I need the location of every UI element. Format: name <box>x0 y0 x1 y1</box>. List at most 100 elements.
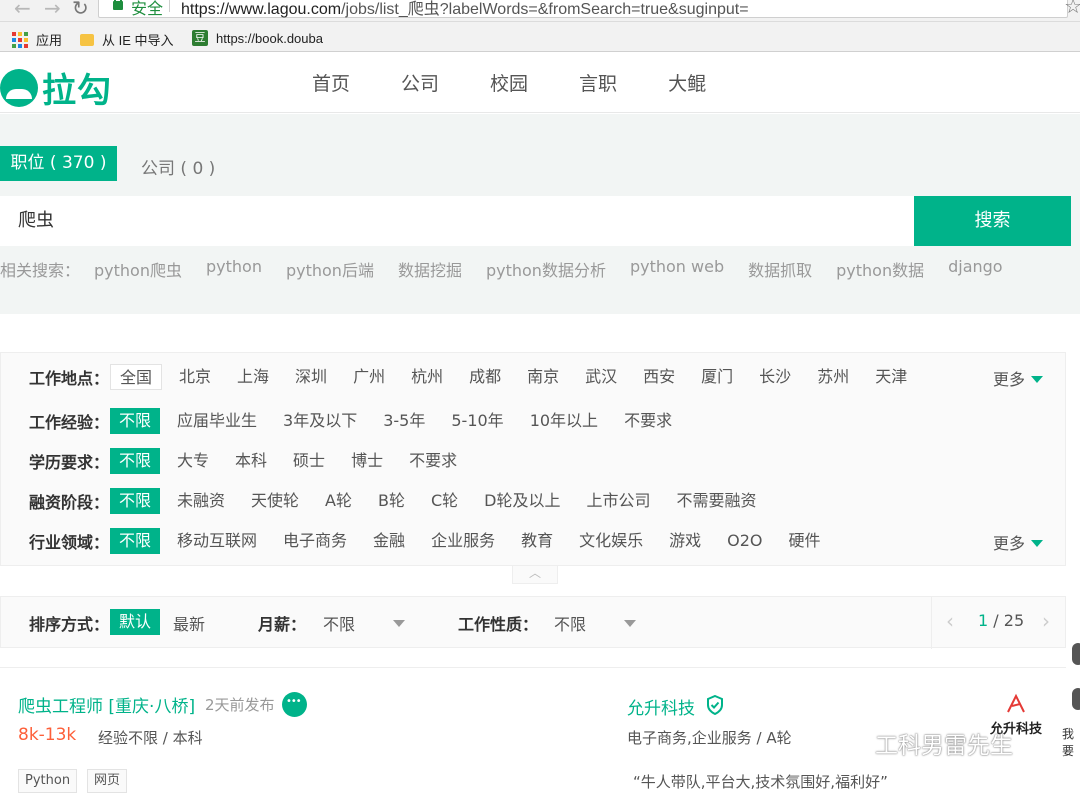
related-link[interactable]: 数据挖掘 <box>398 257 462 281</box>
filter-option[interactable]: 长沙 <box>750 364 800 390</box>
filter-option[interactable]: 3-5年 <box>374 408 434 434</box>
filter-option[interactable]: 博士 <box>342 448 392 474</box>
filter-option[interactable]: 不需要融资 <box>668 488 766 514</box>
filter-option[interactable]: 教育 <box>512 528 562 554</box>
related-link[interactable]: django <box>948 257 1003 281</box>
filter-option[interactable]: D轮及以上 <box>475 488 569 514</box>
sort-newest-button[interactable]: 最新 <box>173 611 205 635</box>
nav-dakun[interactable]: 大鲲 <box>668 69 706 96</box>
main-nav: 首页 公司 校园 言职 大鲲 <box>312 69 706 96</box>
filter-option[interactable]: 硕士 <box>284 448 334 474</box>
forward-arrow-icon[interactable]: → <box>44 0 61 20</box>
filter-option[interactable]: 不要求 <box>400 448 466 474</box>
next-page-icon[interactable]: › <box>1042 609 1050 633</box>
filter-option-selected[interactable]: 不限 <box>110 488 161 514</box>
sort-default-button[interactable]: 默认 <box>110 609 160 635</box>
filter-option[interactable]: 成都 <box>460 364 510 390</box>
job-title-link[interactable]: 爬虫工程师 [重庆·八桥] <box>18 692 195 717</box>
filter-option-selected[interactable]: 不限 <box>110 528 161 554</box>
url-field[interactable]: 安全 https://www.lagou.com/jobs/list_爬虫?la… <box>98 0 1068 18</box>
url-text[interactable]: https://www.lagou.com/jobs/list_爬虫?label… <box>181 0 749 19</box>
bookmark-apps[interactable]: 应用 <box>12 30 62 49</box>
search-input[interactable]: 爬虫 <box>0 196 914 246</box>
filter-option[interactable]: 本科 <box>226 448 276 474</box>
related-link[interactable]: python web <box>630 257 724 281</box>
tab-companies[interactable]: 公司 ( 0 ) <box>141 154 215 179</box>
collapse-filters-button[interactable]: ︿ <box>512 566 558 584</box>
related-link[interactable]: python爬虫 <box>94 257 182 281</box>
side-widget-text[interactable]: 我要 <box>1062 725 1080 759</box>
filter-option[interactable]: 文化娱乐 <box>570 528 652 554</box>
back-arrow-icon[interactable]: ← <box>14 0 31 20</box>
filter-option[interactable]: 上海 <box>228 364 278 390</box>
filter-option[interactable]: 大专 <box>168 448 218 474</box>
filter-option[interactable]: 天使轮 <box>242 488 308 514</box>
filter-option[interactable]: 苏州 <box>808 364 858 390</box>
filter-option[interactable]: 上市公司 <box>578 488 660 514</box>
filter-option[interactable]: 西安 <box>634 364 684 390</box>
reload-icon[interactable]: ↻ <box>72 0 89 20</box>
filter-option[interactable]: O2O <box>718 528 771 554</box>
filter-option[interactable]: 武汉 <box>576 364 626 390</box>
filter-option[interactable]: 移动互联网 <box>168 528 266 554</box>
filter-option[interactable]: A轮 <box>316 488 361 514</box>
related-link[interactable]: python <box>206 257 262 281</box>
bookmark-ie-import[interactable]: 从 IE 中导入 <box>80 30 174 49</box>
filter-option-selected[interactable]: 不限 <box>110 448 161 474</box>
bookmark-douban-label: https://book.douba <box>216 30 323 46</box>
filter-option[interactable]: 电子商务 <box>274 528 356 554</box>
nature-dropdown-arrow-icon[interactable] <box>624 620 636 627</box>
chat-bubble-icon[interactable] <box>282 692 307 717</box>
salary-dropdown-arrow-icon[interactable] <box>393 620 405 627</box>
related-link[interactable]: python后端 <box>286 257 374 281</box>
filter-option[interactable]: 未融资 <box>168 488 234 514</box>
filter-option[interactable]: 硬件 <box>780 528 830 554</box>
filter-option-selected[interactable]: 全国 <box>110 364 163 390</box>
prev-page-icon[interactable]: ‹ <box>946 609 954 633</box>
nav-campus[interactable]: 校园 <box>490 69 528 96</box>
nature-label: 工作性质： <box>458 615 539 634</box>
related-link[interactable]: python数据分析 <box>486 257 606 281</box>
filter-option[interactable]: 广州 <box>344 364 394 390</box>
filter-option[interactable]: 企业服务 <box>422 528 504 554</box>
search-button[interactable]: 搜索 <box>914 196 1071 246</box>
filter-option[interactable]: 南京 <box>518 364 568 390</box>
filter-option[interactable]: 天津 <box>866 364 916 390</box>
filter-option[interactable]: 北京 <box>170 364 220 390</box>
filter-row-education: 学历要求： 不限 大专 本科 硕士 博士 不要求 <box>29 447 474 475</box>
nature-select[interactable]: 不限 <box>554 611 586 635</box>
salary-select[interactable]: 不限 <box>323 611 355 635</box>
location-more-button[interactable]: 更多 <box>993 366 1043 390</box>
lagou-logo[interactable]: 拉勾 <box>0 63 112 112</box>
filter-row-location: 工作地点： 全国 北京 上海 深圳 广州 杭州 成都 南京 武汉 西安 厦门 长… <box>29 363 924 391</box>
filter-option[interactable]: 厦门 <box>692 364 742 390</box>
filter-option[interactable]: 应届毕业生 <box>168 408 266 434</box>
job-salary: 8k-13k <box>18 725 77 745</box>
filter-option[interactable]: 不要求 <box>615 408 681 434</box>
nav-yanzhi[interactable]: 言职 <box>579 69 617 96</box>
filter-option[interactable]: 金融 <box>364 528 414 554</box>
filter-option[interactable]: 杭州 <box>402 364 452 390</box>
side-widget-handle[interactable] <box>1072 688 1080 710</box>
bookmark-star-icon[interactable]: ☆ <box>1064 0 1080 18</box>
filter-option[interactable]: 10年以上 <box>521 408 607 434</box>
filter-option[interactable]: 深圳 <box>286 364 336 390</box>
logo-text: 拉勾 <box>42 71 112 111</box>
page-indicator: 1 / 25 <box>978 611 1024 630</box>
tab-positions[interactable]: 职位 ( 370 ) <box>0 146 117 181</box>
filter-option[interactable]: 5-10年 <box>442 408 512 434</box>
industry-more-button[interactable]: 更多 <box>993 530 1043 554</box>
related-link[interactable]: 数据抓取 <box>748 257 812 281</box>
filter-option-selected[interactable]: 不限 <box>110 408 161 434</box>
filter-option[interactable]: 3年及以下 <box>274 408 366 434</box>
bookmark-douban[interactable]: 豆 https://book.douba <box>192 30 323 46</box>
filter-option[interactable]: 游戏 <box>660 528 710 554</box>
company-name-link[interactable]: 允升科技 <box>627 694 695 719</box>
side-widget-handle[interactable] <box>1072 643 1080 665</box>
related-link[interactable]: python数据 <box>836 257 924 281</box>
bookmark-ie-label: 从 IE 中导入 <box>102 33 174 48</box>
filter-option[interactable]: C轮 <box>422 488 467 514</box>
nav-companies[interactable]: 公司 <box>401 69 439 96</box>
filter-option[interactable]: B轮 <box>369 488 414 514</box>
nav-home[interactable]: 首页 <box>312 69 350 96</box>
